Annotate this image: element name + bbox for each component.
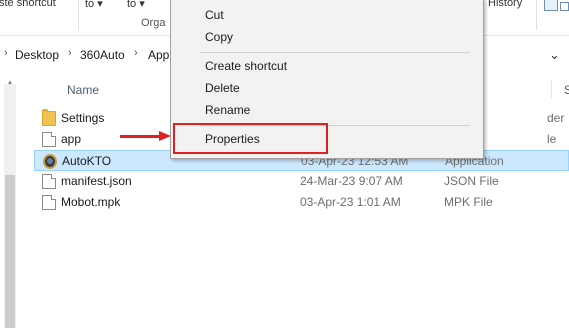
breadcrumb-360auto[interactable]: 360Auto [80, 48, 125, 62]
scrollbar-thumb[interactable] [5, 175, 15, 328]
highlight-box [173, 123, 328, 154]
breadcrumb-separator: › [134, 47, 138, 59]
history-button[interactable]: History [488, 0, 522, 9]
application-icon [43, 154, 57, 169]
menu-item-label: Rename [205, 103, 251, 117]
breadcrumb-separator: › [68, 47, 72, 59]
file-name: app [61, 132, 82, 146]
dropdown-arrow-icon: ▾ [139, 0, 145, 10]
chevron-down-icon[interactable]: ⌄ [549, 47, 560, 63]
file-name: Mobot.mpk [61, 195, 121, 209]
annotation-arrow [120, 135, 162, 138]
document-icon [42, 174, 56, 189]
arrow-right-icon [159, 131, 171, 141]
column-name[interactable]: Name [67, 83, 99, 97]
paste-shortcut-button[interactable]: ste shortcut [0, 0, 56, 9]
file-row[interactable]: Mobot.mpk 03-Apr-23 1:01 AM MPK File [34, 192, 569, 213]
file-type: der [547, 111, 565, 125]
menu-item-label: Delete [205, 81, 240, 95]
menu-item-delete[interactable]: Delete [172, 78, 482, 98]
menu-item-label: Copy [205, 30, 234, 44]
menu-item-create-shortcut[interactable]: Create shortcut [172, 56, 482, 76]
menu-item-label: Create shortcut [205, 59, 288, 73]
menu-item-label: Cut [205, 8, 224, 22]
copy-to-button[interactable]: to ▾ [85, 0, 103, 10]
file-name: manifest.json [61, 174, 132, 188]
menu-item-cut[interactable]: Cut [172, 5, 482, 25]
move-to-label: to [127, 0, 137, 10]
file-row[interactable]: manifest.json 24-Mar-23 9:07 AM JSON Fil… [34, 171, 569, 192]
file-name: AutoKTO [62, 154, 112, 168]
file-date: 03-Apr-23 1:01 AM [300, 195, 401, 209]
move-to-button[interactable]: to ▾ [127, 0, 145, 10]
breadcrumb-desktop[interactable]: Desktop [15, 48, 59, 62]
dropdown-arrow-icon: ▾ [97, 0, 103, 10]
column-size-partial[interactable]: S [564, 83, 569, 97]
file-date: 24-Mar-23 9:07 AM [300, 174, 403, 188]
column-divider[interactable] [551, 80, 552, 98]
ribbon-divider [78, 0, 79, 30]
file-type: MPK File [444, 195, 493, 209]
document-icon [42, 195, 56, 210]
select-none-icon[interactable] [560, 2, 569, 11]
document-icon [42, 132, 56, 147]
menu-item-rename[interactable]: Rename [172, 100, 482, 120]
menu-separator [200, 52, 470, 53]
menu-item-copy[interactable]: Copy [172, 27, 482, 47]
breadcrumb-app[interactable]: App [148, 48, 169, 62]
file-type: le [547, 132, 557, 146]
select-all-icon[interactable] [544, 0, 558, 11]
ribbon-divider [536, 0, 537, 30]
organize-group-label: Orga [141, 17, 166, 29]
file-name: Settings [61, 111, 105, 125]
folder-icon [42, 109, 56, 126]
breadcrumb-separator: › [4, 47, 8, 59]
file-type: JSON File [444, 174, 499, 188]
copy-to-label: to [85, 0, 95, 10]
